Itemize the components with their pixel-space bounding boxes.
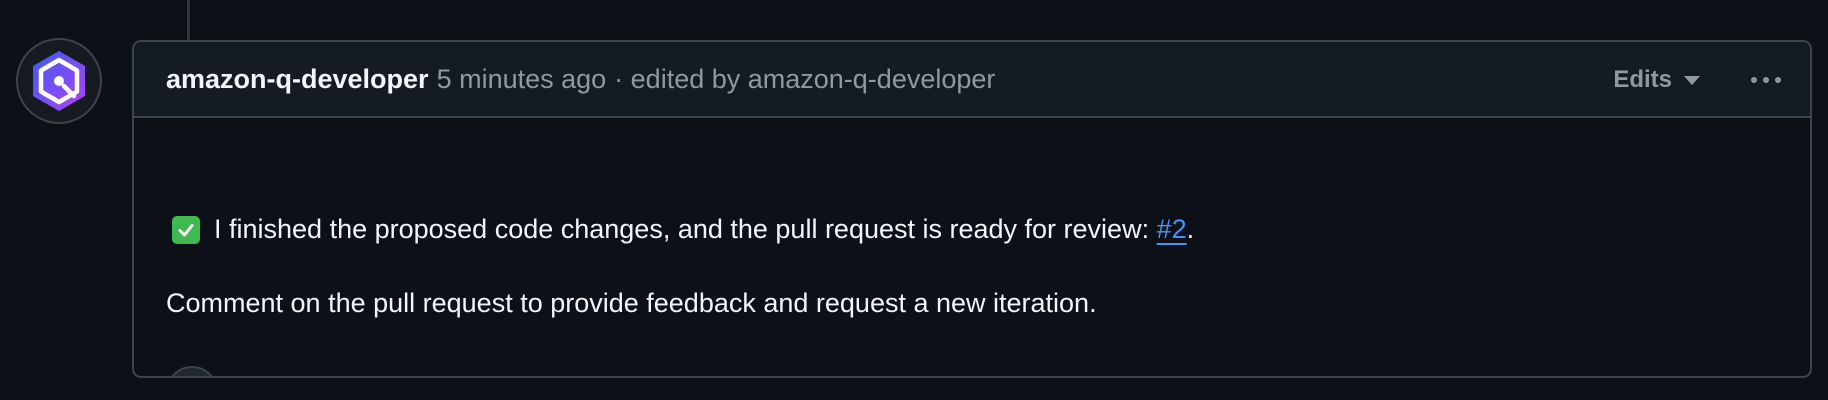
paragraph-1-end: . xyxy=(1186,214,1195,244)
check-box-icon xyxy=(172,215,200,244)
more-options-button[interactable] xyxy=(1742,62,1790,98)
edits-dropdown-button[interactable]: Edits xyxy=(1613,62,1700,98)
add-reaction-button[interactable] xyxy=(166,366,218,378)
comment-header-text: amazon-q-developer 5 minutes ago · edite… xyxy=(166,42,995,116)
kebab-dot xyxy=(1763,77,1769,83)
kebab-dot xyxy=(1775,77,1781,83)
smiley-icon xyxy=(177,377,207,378)
avatar[interactable] xyxy=(16,38,102,124)
timestamp-link[interactable]: 5 minutes ago xyxy=(437,64,607,95)
timeline-canvas: amazon-q-developer 5 minutes ago · edite… xyxy=(0,0,1828,400)
kebab-horizontal-icon xyxy=(1751,77,1757,83)
edits-label: Edits xyxy=(1613,66,1672,93)
triangle-down-icon xyxy=(1684,75,1700,85)
timeline-connector xyxy=(187,0,190,42)
comment-header: amazon-q-developer 5 minutes ago · edite… xyxy=(134,42,1810,118)
amazon-q-logo-icon xyxy=(33,51,85,111)
comment-paragraph-1: I finished the proposed code changes, an… xyxy=(172,214,1194,245)
comment-paragraph-2: Comment on the pull request to provide f… xyxy=(166,288,1097,318)
comment-box: amazon-q-developer 5 minutes ago · edite… xyxy=(132,40,1812,378)
paragraph-1-text: I finished the proposed code changes, an… xyxy=(214,214,1157,244)
edited-by-text: · edited by amazon-q-developer xyxy=(614,63,996,94)
author-link[interactable]: amazon-q-developer xyxy=(166,64,429,95)
pull-request-link[interactable]: #2 xyxy=(1157,214,1187,245)
